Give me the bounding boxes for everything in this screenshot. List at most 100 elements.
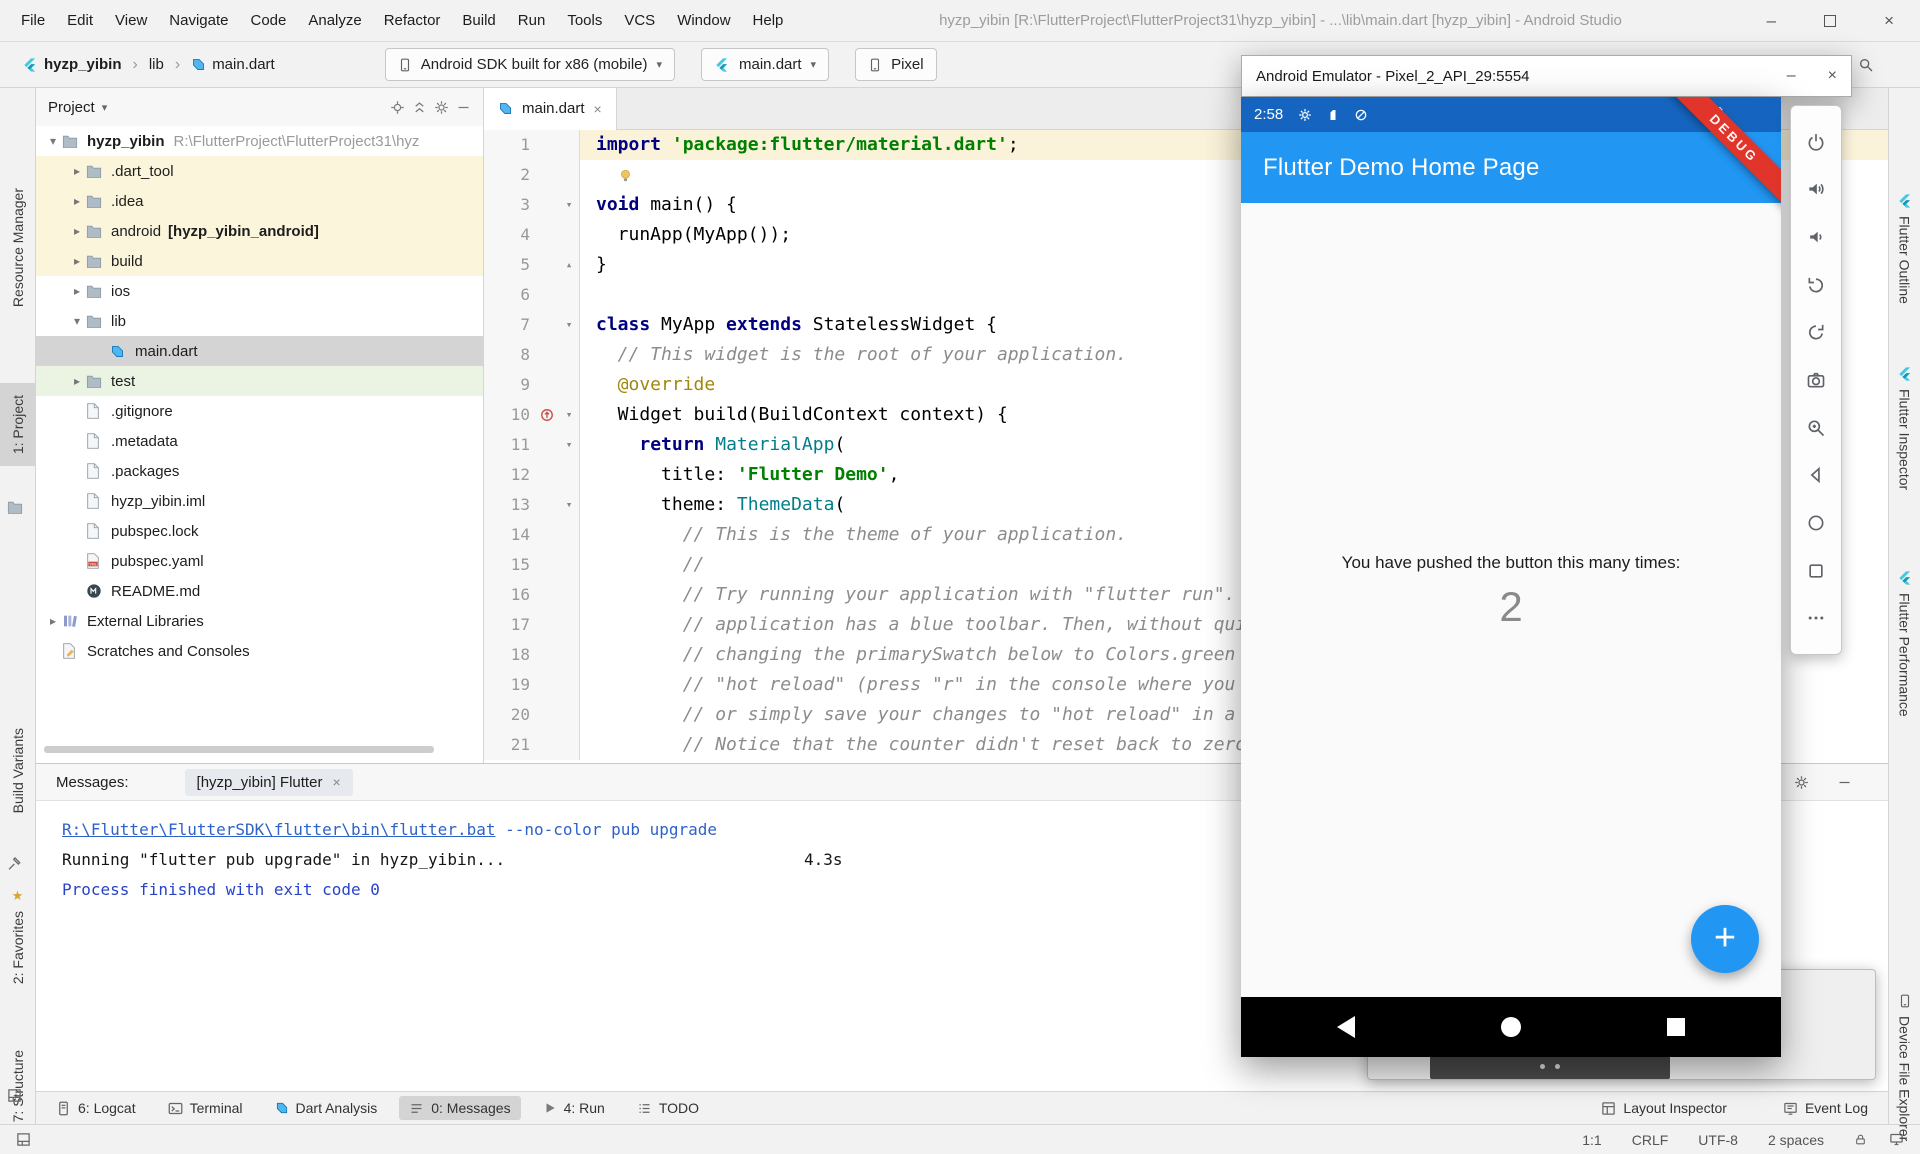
gear-icon[interactable] — [434, 100, 449, 115]
maximize-icon[interactable] — [1824, 15, 1836, 27]
toggle-icon[interactable] — [7, 1088, 22, 1103]
menu-build[interactable]: Build — [451, 0, 506, 41]
menu-view[interactable]: View — [104, 0, 158, 41]
fold-marker-icon[interactable]: ▾ — [560, 190, 578, 220]
tool-strip-flutter-inspector[interactable]: Flutter Inspector — [1889, 366, 1920, 490]
search-icon[interactable] — [1858, 57, 1874, 73]
toolwindow-button-event-log[interactable]: Event Log — [1773, 1096, 1878, 1120]
tree-item-android[interactable]: ▸android[hyzp_yibin_android] — [36, 216, 483, 246]
toolwindow-button-terminal[interactable]: Terminal — [158, 1096, 253, 1120]
nav-overview-icon[interactable] — [1667, 1018, 1685, 1036]
fold-marker-icon[interactable]: ▾ — [560, 400, 578, 430]
build-icon[interactable] — [7, 856, 23, 872]
tool-strip-flutter-performance[interactable]: Flutter Performance — [1889, 570, 1920, 717]
emulator-minimize-icon[interactable]: – — [1787, 67, 1796, 85]
close-tab-icon[interactable]: × — [332, 774, 340, 790]
toolwindow-button-0-messages[interactable]: 0: Messages — [399, 1096, 520, 1120]
tree-item-metadata[interactable]: .metadata — [36, 426, 483, 456]
camera-icon[interactable] — [1804, 368, 1828, 392]
breadcrumb-main-dart[interactable]: main.dart — [191, 56, 275, 73]
gear-icon[interactable] — [1794, 775, 1809, 790]
flutter-console-tab[interactable]: [hyzp_yibin] Flutter × — [185, 769, 353, 796]
folder-icon[interactable] — [7, 500, 23, 515]
tool-windows-toggle-icon[interactable] — [16, 1132, 31, 1147]
menu-help[interactable]: Help — [742, 0, 795, 41]
breadcrumb-lib[interactable]: lib — [149, 56, 164, 73]
home-icon[interactable] — [1804, 511, 1828, 535]
zoom-icon[interactable] — [1804, 416, 1828, 440]
project-panel-title[interactable]: Project — [48, 99, 95, 116]
tree-item-scratches-and-consoles[interactable]: Scratches and Consoles — [36, 636, 483, 666]
pixel-device-button[interactable]: Pixel — [855, 48, 937, 81]
tree-item-lib[interactable]: ▾lib — [36, 306, 483, 336]
status-widget-utf-8[interactable]: UTF-8 — [1698, 1132, 1738, 1148]
status-widget-crlf[interactable]: CRLF — [1632, 1132, 1669, 1148]
tree-item-hyzp-yibin-iml[interactable]: hyzp_yibin.iml — [36, 486, 483, 516]
close-icon[interactable]: × — [1884, 11, 1894, 31]
emulator-title-bar[interactable]: Android Emulator - Pixel_2_API_29:5554 –… — [1241, 55, 1852, 97]
nav-back-icon[interactable] — [1337, 1016, 1355, 1038]
status-widget-1-1[interactable]: 1:1 — [1582, 1132, 1601, 1148]
tab-main-dart[interactable]: main.dart × — [484, 88, 617, 130]
back-icon[interactable] — [1804, 463, 1828, 487]
tree-expand-arrow-icon[interactable]: ▸ — [68, 194, 86, 208]
tree-expand-arrow-icon[interactable]: ▸ — [68, 164, 86, 178]
menu-refactor[interactable]: Refactor — [373, 0, 452, 41]
emulator-screen[interactable]: 2:58 Flutter Demo Home Page You have pus… — [1241, 97, 1781, 1057]
intention-bulb-icon[interactable] — [618, 168, 633, 183]
more-icon[interactable] — [1804, 606, 1828, 630]
toolwindow-button-4-run[interactable]: 4: Run — [533, 1096, 615, 1120]
overview-icon[interactable] — [1804, 559, 1828, 583]
menu-file[interactable]: File — [10, 0, 56, 41]
tree-expand-arrow-icon[interactable]: ▸ — [44, 614, 62, 628]
tree-expand-arrow-icon[interactable]: ▸ — [68, 284, 86, 298]
console-file-link[interactable]: R:\Flutter\FlutterSDK\flutter\bin\flutte… — [62, 820, 495, 839]
menu-edit[interactable]: Edit — [56, 0, 104, 41]
fold-marker-icon[interactable]: ▴ — [560, 250, 578, 280]
fold-marker-icon[interactable]: ▾ — [560, 310, 578, 340]
emulator-close-icon[interactable]: × — [1828, 67, 1837, 85]
tool-strip-device-file-explorer[interactable]: Device File Explorer — [1889, 993, 1920, 1141]
tree-item-gitignore[interactable]: .gitignore — [36, 396, 483, 426]
toolwindow-button-layout-inspector[interactable]: Layout Inspector — [1591, 1096, 1737, 1120]
tree-item-external-libraries[interactable]: ▸External Libraries — [36, 606, 483, 636]
menu-run[interactable]: Run — [507, 0, 557, 41]
tree-item-hyzp-yibin[interactable]: ▾hyzp_yibinR:\FlutterProject\FlutterProj… — [36, 126, 483, 156]
menu-code[interactable]: Code — [239, 0, 297, 41]
tree-expand-arrow-icon[interactable]: ▾ — [68, 314, 86, 328]
tool-strip-build-variants[interactable]: Build Variants — [0, 728, 35, 813]
minimize-icon[interactable]: – — [1767, 11, 1776, 31]
toolwindow-button-6-logcat[interactable]: 6: Logcat — [46, 1096, 146, 1120]
rotate-left-icon[interactable] — [1804, 273, 1828, 297]
locate-file-icon[interactable] — [390, 100, 405, 115]
tool-strip-2-favorites[interactable]: ★2: Favorites — [0, 888, 35, 984]
tree-item-dart-tool[interactable]: ▸.dart_tool — [36, 156, 483, 186]
fold-marker-icon[interactable]: ▾ — [560, 490, 578, 520]
tree-expand-arrow-icon[interactable]: ▾ — [44, 134, 62, 148]
menu-navigate[interactable]: Navigate — [158, 0, 239, 41]
rotate-right-icon[interactable] — [1804, 320, 1828, 344]
tree-item-packages[interactable]: .packages — [36, 456, 483, 486]
tree-item-pubspec-lock[interactable]: pubspec.lock — [36, 516, 483, 546]
toolwindow-button-todo[interactable]: TODO — [627, 1096, 709, 1120]
horizontal-scrollbar[interactable] — [44, 746, 434, 753]
lock-icon[interactable] — [1854, 1132, 1867, 1147]
tree-item-build[interactable]: ▸build — [36, 246, 483, 276]
status-widget-2-spaces[interactable]: 2 spaces — [1768, 1132, 1824, 1148]
volume-down-icon[interactable] — [1804, 225, 1828, 249]
tree-item-main-dart[interactable]: main.dart — [36, 336, 483, 366]
nav-home-icon[interactable] — [1501, 1017, 1521, 1037]
toolwindow-button-dart-analysis[interactable]: Dart Analysis — [265, 1096, 388, 1120]
tree-item-readme-md[interactable]: README.md — [36, 576, 483, 606]
fold-marker-icon[interactable]: ▾ — [560, 430, 578, 460]
tree-item-ios[interactable]: ▸ios — [36, 276, 483, 306]
menu-analyze[interactable]: Analyze — [297, 0, 372, 41]
tool-strip-7-structure[interactable]: 7: Structure — [0, 1050, 35, 1122]
breadcrumb-hyzp-yibin[interactable]: hyzp_yibin — [22, 56, 122, 73]
run-config-selector[interactable]: main.dart ▾ — [701, 48, 829, 81]
menu-tools[interactable]: Tools — [556, 0, 613, 41]
chevron-down-icon[interactable]: ▾ — [102, 101, 108, 114]
menu-window[interactable]: Window — [666, 0, 741, 41]
tree-item-pubspec-yaml[interactable]: YMLpubspec.yaml — [36, 546, 483, 576]
hide-panel-icon[interactable] — [1837, 775, 1852, 790]
